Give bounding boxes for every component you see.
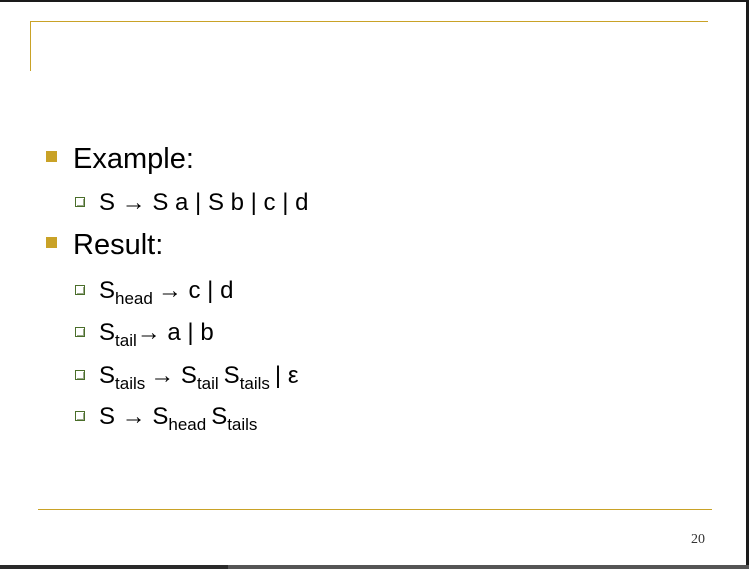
rule-subscript: tails (239, 374, 270, 393)
rule-symbol: S (99, 277, 116, 304)
rule-s: S → Shead Stails (75, 402, 258, 434)
bullet-example: Example: (46, 142, 194, 176)
rule-subscript: tails (227, 415, 258, 434)
bottom-divider (38, 509, 712, 510)
bullet-result: Result: (46, 228, 163, 262)
rule-subscript: tail (196, 374, 219, 393)
rule-subscript: tail (115, 331, 137, 350)
rule-symbol: S (211, 403, 228, 430)
rule-text: → S (150, 362, 197, 389)
rule-symbol: S (99, 319, 116, 346)
window-bottom-bar-segment (228, 565, 749, 569)
hollow-square-bullet-icon (75, 197, 85, 207)
rule-stails: Stails → Stail Stails | ε (75, 361, 299, 393)
slide: Example: S → S a | S b | c | d Result: S… (0, 2, 746, 565)
square-bullet-icon (46, 151, 57, 162)
hollow-square-bullet-icon (75, 285, 85, 295)
hollow-square-bullet-icon (75, 411, 85, 421)
rule-original: S → S a | S b | c | d (75, 188, 308, 218)
rule-text: → c | d (157, 277, 234, 304)
hollow-square-bullet-icon (75, 327, 85, 337)
rule-subscript: tails (115, 374, 146, 393)
rule-symbol: S (223, 362, 240, 389)
left-divider (30, 21, 31, 71)
rule-text: | ε (274, 362, 299, 389)
page-number: 20 (691, 532, 705, 547)
rule-subscript: head (115, 289, 153, 308)
rule-text: S → S (99, 403, 169, 430)
rule-text: → a | b (136, 319, 214, 346)
rule-stail: Stail→ a | b (75, 318, 214, 350)
square-bullet-icon (46, 237, 57, 248)
rule-shead: Shead → c | d (75, 276, 234, 308)
heading-example: Example: (73, 143, 194, 175)
heading-result: Result: (73, 229, 164, 261)
rule-text: S → S a | S b | c | d (99, 189, 309, 216)
top-divider (30, 21, 708, 22)
hollow-square-bullet-icon (75, 370, 85, 380)
rule-symbol: S (99, 362, 116, 389)
rule-subscript: head (168, 415, 207, 434)
